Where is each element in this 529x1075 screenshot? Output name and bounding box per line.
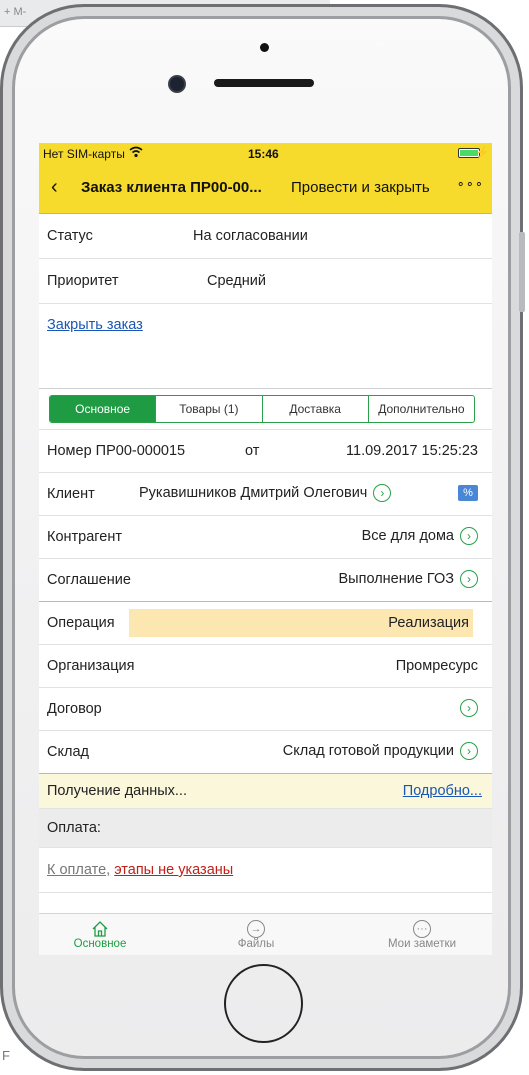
payment-row: К оплате, этапы не указаны [39, 848, 492, 893]
contract-row: Договор › [39, 688, 492, 731]
arrow-right-icon: → [247, 920, 265, 938]
client-value[interactable]: Рукавишников Дмитрий Олегович [139, 485, 367, 501]
warehouse-value-group: Склад готовой продукции › [283, 742, 478, 760]
bottom-tab-notes[interactable]: ··· Мои заметки [367, 914, 477, 950]
tab-goods[interactable]: Товары (1) [155, 396, 261, 422]
front-camera [170, 77, 184, 91]
open-agreement-icon[interactable]: › [460, 570, 478, 588]
navigation-bar: ‹ Заказ клиента ПР00-00... Провести и за… [39, 163, 492, 214]
charging-icon: ⚡ [475, 147, 489, 159]
background-corner-letter: F [2, 1048, 10, 1063]
earpiece-speaker [214, 79, 314, 87]
operation-value: Реализация [388, 615, 469, 631]
bottom-tab-files[interactable]: → Файлы [201, 914, 311, 950]
operation-row: Операция Реализация [39, 602, 492, 645]
contractor-label: Контрагент [47, 529, 122, 545]
agreement-label: Соглашение [47, 572, 131, 588]
warehouse-value[interactable]: Склад готовой продукции [283, 743, 454, 759]
home-button[interactable] [224, 964, 303, 1043]
bottom-tab-bar: Основное → Файлы ··· Мои заметки [39, 913, 492, 955]
contractor-value-group: Все для дома › [362, 527, 478, 545]
contractor-row: Контрагент Все для дома › [39, 516, 492, 559]
phone-frame: Нет SIM-карты 15:46 ⚡ ‹ Заказ клиента ПР… [0, 4, 523, 1071]
status-bar: Нет SIM-карты 15:46 ⚡ [39, 143, 492, 163]
tab-additional[interactable]: Дополнительно [367, 396, 474, 422]
from-label: от [245, 443, 260, 459]
tab-delivery[interactable]: Доставка [261, 396, 368, 422]
home-icon [91, 920, 109, 938]
to-pay-link[interactable]: К оплате, [47, 862, 110, 878]
organization-row: Организация Промресурс [39, 645, 492, 688]
operation-label: Операция [47, 615, 115, 631]
tab-main[interactable]: Основное [50, 396, 156, 422]
contractor-value[interactable]: Все для дома [362, 528, 454, 544]
client-value-group: Рукавишников Дмитрий Олегович › [139, 484, 392, 502]
carrier-label: Нет SIM-карты [43, 147, 125, 161]
status-row: Статус На согласовании [39, 214, 492, 259]
open-contractor-icon[interactable]: › [460, 527, 478, 545]
close-order-row: Закрыть заказ [39, 304, 492, 389]
loading-text: Получение данных... [47, 783, 187, 799]
organization-label: Организация [47, 658, 135, 674]
details-link[interactable]: Подробно... [403, 783, 482, 799]
status-label: Статус [47, 228, 93, 244]
bottom-tab-main-label: Основное [73, 938, 127, 950]
stages-link[interactable]: этапы не указаны [114, 862, 233, 878]
warehouse-row: Склад Склад готовой продукции › [39, 731, 492, 774]
warehouse-label: Склад [47, 744, 89, 760]
loading-row: Получение данных... Подробно... [39, 774, 492, 809]
front-sensor [260, 43, 269, 52]
clock: 15:46 [248, 147, 279, 161]
agreement-value[interactable]: Выполнение ГОЗ [339, 571, 455, 587]
wifi-icon [129, 146, 143, 161]
status-value[interactable]: На согласовании [193, 228, 308, 244]
payment-label: Оплата: [47, 820, 101, 836]
number-row: Номер ПР00-000015 от 11.09.2017 15:25:23 [39, 430, 492, 473]
agreement-value-group: Выполнение ГОЗ › [339, 570, 478, 588]
organization-value[interactable]: Промресурс [396, 658, 478, 674]
priority-value[interactable]: Средний [207, 273, 266, 289]
percent-badge-icon[interactable]: % [458, 485, 478, 501]
bottom-tab-files-label: Файлы [237, 938, 275, 950]
side-button [519, 232, 525, 312]
payment-header: Оплата: [39, 809, 492, 848]
open-contract-icon[interactable]: › [454, 699, 478, 717]
number-label-text: Номер [47, 443, 92, 459]
number-value: ПР00-000015 [95, 443, 186, 459]
operation-field[interactable]: Реализация [129, 609, 473, 637]
close-order-link[interactable]: Закрыть заказ [47, 317, 143, 333]
payment-text: К оплате, этапы не указаны [47, 862, 233, 878]
phone-screen: Нет SIM-карты 15:46 ⚡ ‹ Заказ клиента ПР… [39, 143, 492, 955]
background-strip-text: + M- [4, 6, 27, 18]
open-client-icon[interactable]: › [373, 484, 392, 502]
ellipsis-icon: ··· [413, 920, 431, 938]
more-options-icon[interactable]: ∘∘∘ [457, 176, 484, 192]
contract-label: Договор [47, 701, 102, 717]
client-row: Клиент Рукавишников Дмитрий Олегович › % [39, 473, 492, 516]
date-value[interactable]: 11.09.2017 15:25:23 [346, 443, 478, 459]
open-warehouse-icon[interactable]: › [460, 742, 478, 760]
priority-row: Приоритет Средний [39, 259, 492, 304]
page-title: Заказ клиента ПР00-00... [81, 179, 262, 196]
bottom-tab-main[interactable]: Основное [45, 914, 155, 950]
tabs-container: Основное Товары (1) Доставка Дополнитель… [39, 389, 492, 430]
number-label: Номер ПР00-000015 [47, 443, 185, 459]
client-label: Клиент [47, 486, 95, 502]
priority-label: Приоритет [47, 273, 119, 289]
post-and-close-button[interactable]: Провести и закрыть [291, 179, 430, 196]
agreement-row: Соглашение Выполнение ГОЗ › [39, 559, 492, 602]
back-button[interactable]: ‹ [51, 176, 58, 199]
section-tabs: Основное Товары (1) Доставка Дополнитель… [49, 395, 475, 423]
bottom-tab-notes-label: Мои заметки [387, 938, 457, 950]
